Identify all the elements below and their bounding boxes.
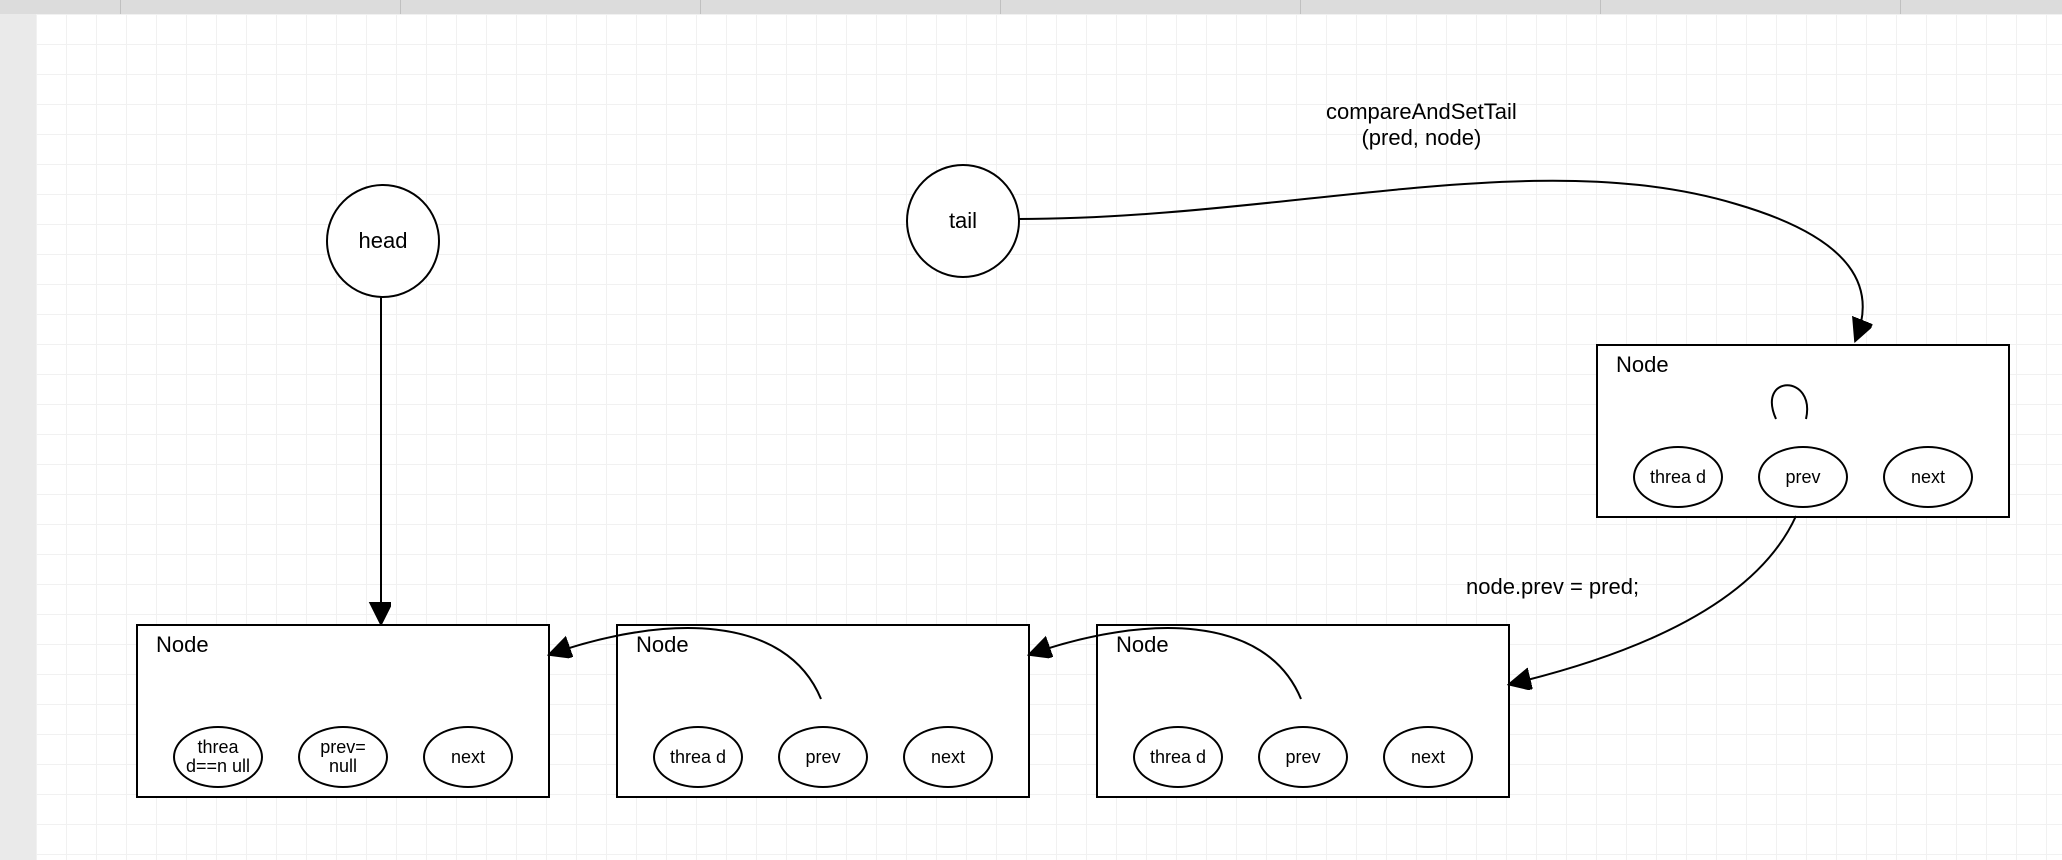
- node-title: Node: [1116, 632, 1169, 658]
- node4-thread-field: threa d: [1633, 446, 1723, 508]
- node-box-1[interactable]: Node threa d==n ull prev= null next: [136, 624, 550, 798]
- node-box-2[interactable]: Node threa d prev next: [616, 624, 1030, 798]
- node-title: Node: [156, 632, 209, 658]
- node1-next-field: next: [423, 726, 513, 788]
- node4-next-field: next: [1883, 446, 1973, 508]
- node-box-4[interactable]: Node threa d prev next: [1596, 344, 2010, 518]
- node1-prev-field: prev= null: [298, 726, 388, 788]
- node2-next-field: next: [903, 726, 993, 788]
- node-title: Node: [636, 632, 689, 658]
- top-ruler: [0, 0, 2062, 15]
- nodeprev-edge-label: node.prev = pred;: [1466, 574, 1639, 600]
- node3-thread-field: threa d: [1133, 726, 1223, 788]
- tail-circle[interactable]: tail: [906, 164, 1020, 278]
- node2-thread-field: threa d: [653, 726, 743, 788]
- diagram-canvas[interactable]: head tail Node threa d==n ull prev= null…: [36, 14, 2062, 860]
- node3-prev-field: prev: [1258, 726, 1348, 788]
- node1-thread-field: threa d==n ull: [173, 726, 263, 788]
- node3-next-field: next: [1383, 726, 1473, 788]
- edge-tail-to-node4: [1018, 181, 1863, 339]
- node2-prev-field: prev: [778, 726, 868, 788]
- edge-node4prev-to-node3: [1511, 516, 1796, 684]
- head-circle[interactable]: head: [326, 184, 440, 298]
- node4-prev-field: prev: [1758, 446, 1848, 508]
- node-box-3[interactable]: Node threa d prev next: [1096, 624, 1510, 798]
- head-label: head: [359, 228, 408, 254]
- cas-edge-label: compareAndSetTail (pred, node): [1326, 99, 1517, 151]
- left-ruler: [0, 14, 37, 860]
- tail-label: tail: [949, 208, 977, 234]
- node-title: Node: [1616, 352, 1669, 378]
